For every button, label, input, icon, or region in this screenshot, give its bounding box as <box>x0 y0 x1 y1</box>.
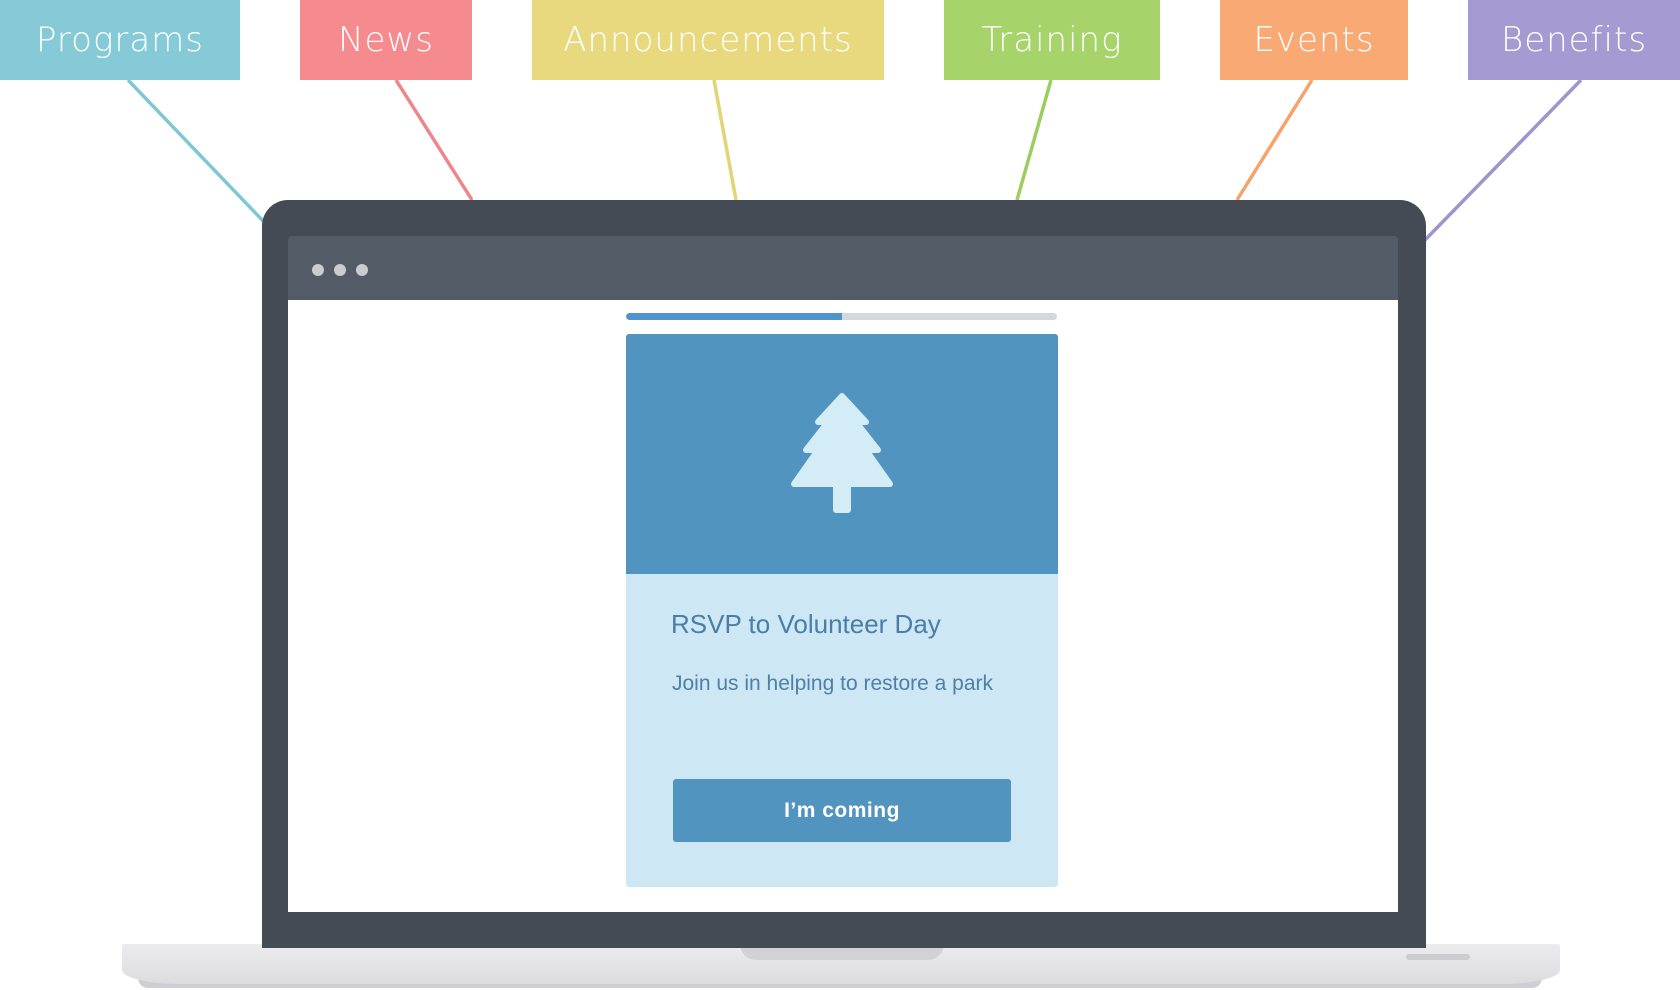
browser-toolbar <box>288 236 1398 300</box>
category-label: Programs <box>36 20 204 60</box>
connector-benefits <box>1423 78 1583 242</box>
tree-icon <box>791 393 893 513</box>
category-label: Announcements <box>563 20 853 60</box>
window-dot-icon[interactable] <box>312 264 324 276</box>
category-benefits: Benefits <box>1468 0 1680 80</box>
connector-programs <box>126 78 268 226</box>
category-training: Training <box>944 0 1160 80</box>
card-description: Join us in helping to restore a park <box>672 672 994 695</box>
connector-announcements <box>712 79 738 201</box>
category-label: Benefits <box>1500 20 1648 60</box>
connector-news <box>394 79 474 201</box>
category-programs: Programs <box>0 0 240 80</box>
progress-bar <box>626 313 1057 320</box>
category-news: News <box>300 0 472 80</box>
progress-bar-fill <box>626 313 842 320</box>
laptop-foot <box>1406 954 1470 960</box>
category-events: Events <box>1220 0 1408 80</box>
card-title: RSVP to Volunteer Day <box>671 609 941 639</box>
category-label: Training <box>981 20 1123 60</box>
window-dot-icon[interactable] <box>334 264 346 276</box>
connector-training <box>1015 79 1053 201</box>
category-label: News <box>338 20 434 60</box>
connector-events <box>1235 79 1314 201</box>
window-dot-icon[interactable] <box>356 264 368 276</box>
diagram: Programs News Announcements Training Eve… <box>0 0 1680 990</box>
rsvp-button[interactable]: I’m coming <box>673 779 1011 842</box>
category-announcements: Announcements <box>532 0 884 80</box>
category-label: Events <box>1253 20 1375 60</box>
